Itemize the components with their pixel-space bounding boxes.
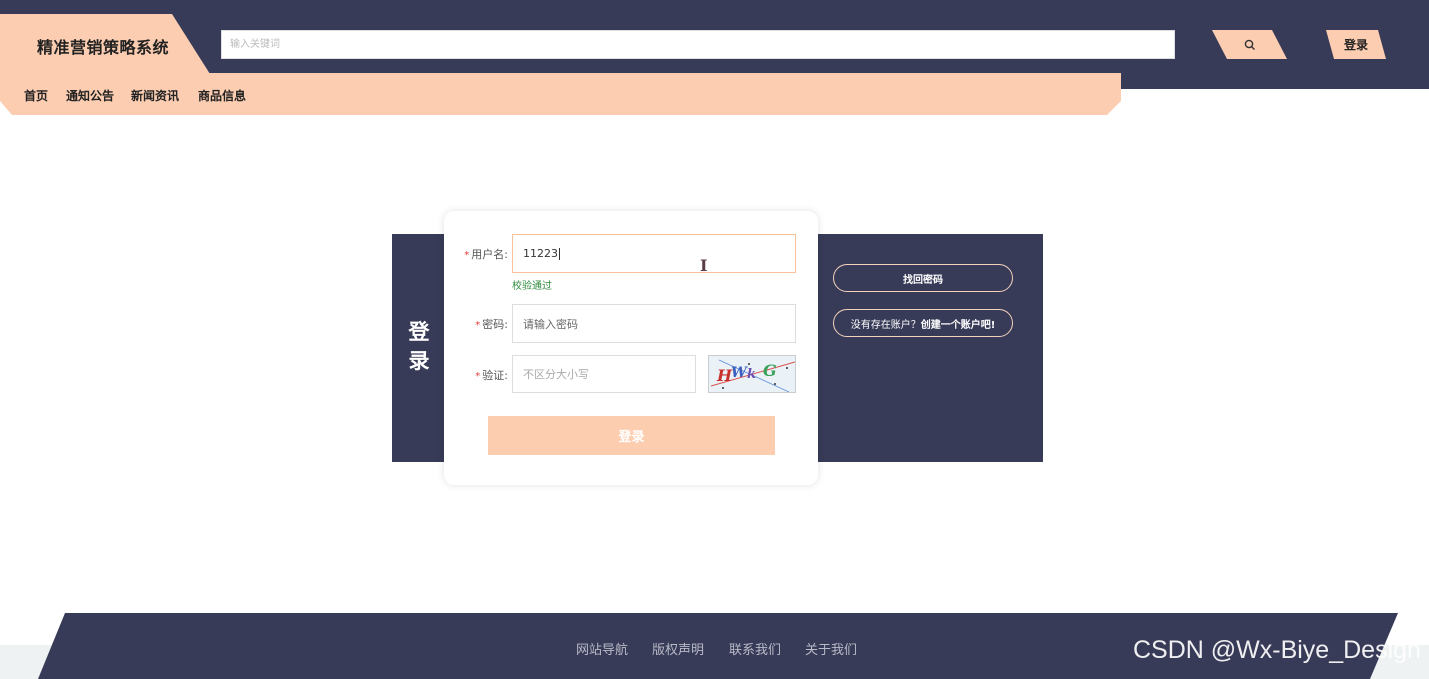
watermark: CSDN @Wx-Biye_Design [1133,636,1421,664]
username-value: 11223 [523,247,558,260]
captcha-label: * 验证: [475,369,508,382]
required-mark: * [475,320,481,331]
captcha-field[interactable]: 不区分大小写 [512,355,696,393]
nav-item-home[interactable]: 首页 [24,87,48,104]
username-validation-status: 校验通过 [512,281,552,292]
captcha-char: W [731,365,748,381]
footer-link-site-nav[interactable]: 网站导航 [576,639,628,658]
password-label: * 密码: [475,318,508,331]
search-input[interactable] [221,30,1175,59]
password-field[interactable]: 请输入密码 [512,304,796,343]
username-field[interactable]: 11223 [512,234,796,273]
required-mark: * [475,371,481,382]
captcha-graphic: H W k G [710,359,795,392]
nav-item-notices[interactable]: 通知公告 [66,87,114,104]
captcha-image[interactable]: H W k G [708,355,796,393]
nav-item-news[interactable]: 新闻资讯 [131,87,179,104]
username-label: * 用户名: [464,248,508,261]
footer-link-contact[interactable]: 联系我们 [729,639,781,658]
password-placeholder: 请输入密码 [523,317,578,331]
login-title: 登录 [408,320,430,373]
captcha-char: G [763,361,777,380]
text-cursor-icon: I [700,256,708,275]
footer-link-about[interactable]: 关于我们 [805,639,857,658]
search-icon [1244,39,1255,50]
register-prefix: 没有存在账户？ [850,319,921,331]
register-button[interactable]: 没有存在账户？ 创建一个账户吧! [833,309,1013,337]
captcha-char: k [747,367,756,382]
site-logo[interactable]: 精准营销策略系统 [37,34,169,58]
nav-item-products[interactable]: 商品信息 [198,87,246,104]
footer-link-copyright[interactable]: 版权声明 [652,639,704,658]
required-mark: * [464,250,470,261]
text-caret [559,247,560,260]
captcha-placeholder: 不区分大小写 [523,368,589,381]
register-link: 创建一个账户吧! [920,319,996,331]
login-submit-button[interactable]: 登录 [488,416,775,455]
forgot-password-button[interactable]: 找回密码 [833,264,1013,292]
header-login-button[interactable]: 登录 [1326,30,1386,59]
